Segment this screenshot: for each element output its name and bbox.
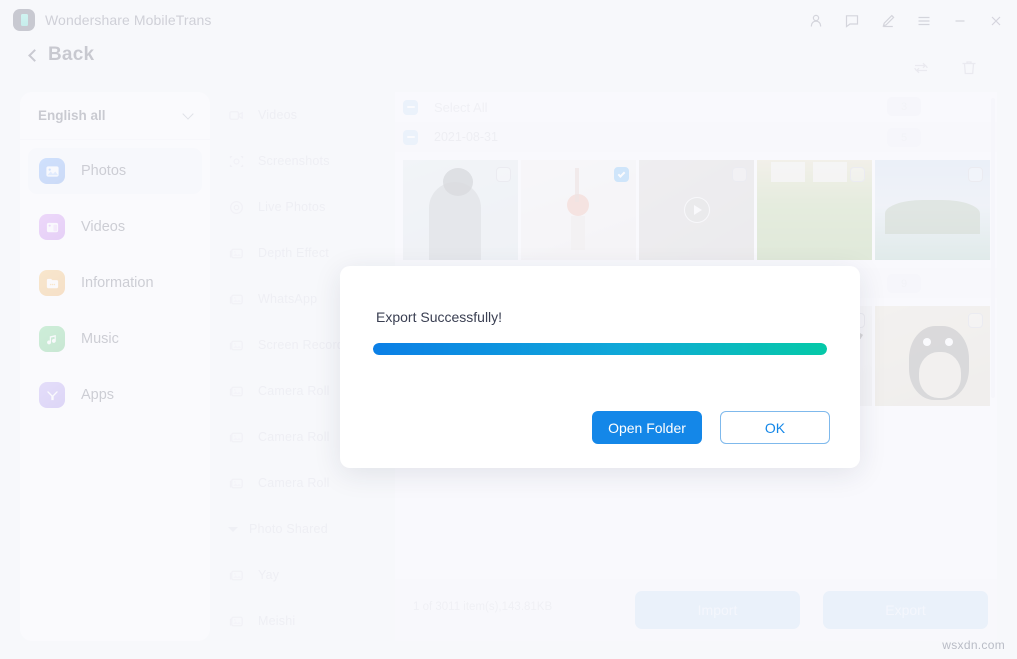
export-success-dialog: Export Successfully! Open Folder OK xyxy=(340,266,860,468)
dialog-title: Export Successfully! xyxy=(376,309,502,325)
progress-bar xyxy=(373,343,827,355)
watermark: wsxdn.com xyxy=(942,638,1005,652)
open-folder-button[interactable]: Open Folder xyxy=(592,411,702,444)
app-window: Wondershare MobileTrans xyxy=(0,0,1017,659)
progress-fill xyxy=(373,343,827,355)
ok-button[interactable]: OK xyxy=(720,411,830,444)
dialog-buttons: Open Folder OK xyxy=(592,411,830,444)
